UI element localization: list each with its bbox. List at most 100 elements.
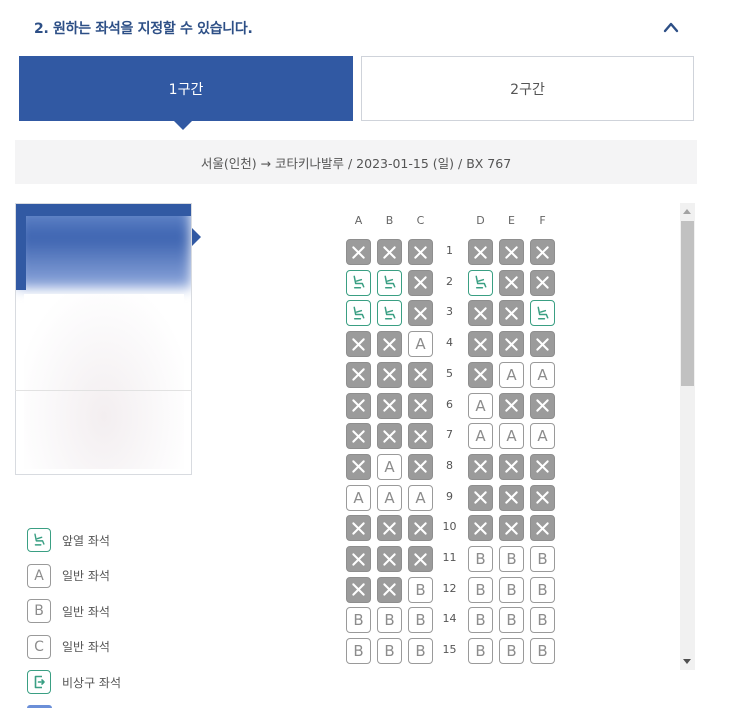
front-row-seat-icon	[537, 306, 549, 320]
seat-14d[interactable]: B	[468, 607, 493, 634]
seat-12d[interactable]: B	[468, 576, 493, 603]
tab-segment-1[interactable]: 1구간	[19, 56, 353, 130]
seat-8a	[346, 453, 371, 480]
occupied-x-icon	[505, 460, 518, 474]
seat-14a[interactable]: B	[346, 607, 371, 634]
seat-7f[interactable]: A	[530, 423, 555, 450]
seat-8f	[530, 453, 555, 480]
seat-14b[interactable]: B	[377, 607, 402, 634]
seat-row: B B B B 12	[330, 576, 570, 603]
seat-4a	[346, 331, 371, 358]
seat-14f[interactable]: B	[530, 607, 555, 634]
seat-2a[interactable]	[346, 269, 371, 296]
row-number: 15	[442, 643, 457, 657]
seat-12f[interactable]: B	[530, 576, 555, 603]
tab-segment-2[interactable]: 2구간	[361, 56, 694, 121]
front-row-seat-icon	[384, 275, 396, 289]
seat-15c[interactable]: B	[408, 638, 433, 665]
row-number: 8	[446, 458, 453, 472]
occupied-x-icon	[505, 522, 518, 535]
seat-5d	[468, 361, 493, 388]
seat-7e[interactable]: A	[499, 423, 524, 450]
column-header-f: F	[539, 214, 546, 227]
seat-row: A8	[330, 453, 570, 480]
seat-9c[interactable]: A	[408, 484, 433, 511]
scroll-thumb[interactable]	[681, 221, 694, 386]
aircraft-overview-map[interactable]	[15, 203, 192, 475]
seat-4c[interactable]: A	[408, 331, 433, 358]
occupied-x-icon	[474, 522, 487, 535]
emergency-exit-icon	[34, 675, 45, 689]
occupied-x-icon	[536, 491, 549, 504]
front-row-seat-icon	[384, 306, 396, 320]
seat-6b	[377, 392, 402, 419]
seat-9b[interactable]: A	[377, 484, 402, 511]
occupied-x-icon	[414, 276, 427, 289]
occupied-x-icon	[414, 368, 427, 381]
seat-8b[interactable]: A	[377, 453, 402, 480]
front-row-seat-icon	[34, 533, 45, 546]
occupied-x-icon	[352, 583, 365, 596]
collapse-button[interactable]	[660, 16, 682, 38]
legend-seat-b-icon: B	[27, 599, 51, 623]
seat-3f[interactable]	[530, 300, 555, 327]
seat-10a	[346, 515, 371, 542]
seat-6a	[346, 392, 371, 419]
occupied-x-icon	[505, 337, 518, 351]
seat-14e[interactable]: B	[499, 607, 524, 634]
seat-1f	[530, 239, 555, 265]
seat-selection-header: 2. 원하는 좌석을 지정할 수 있습니다.	[0, 0, 743, 55]
legend-label: 비상구 좌석	[62, 675, 122, 690]
seat-2c	[408, 269, 433, 296]
row-number: 3	[446, 305, 453, 319]
seat-3e	[499, 300, 524, 327]
route-text: 서울(인천) → 코타키나발루 / 2023-01-15 (일) / BX 76…	[200, 155, 512, 171]
seat-12c[interactable]: B	[408, 576, 433, 603]
seat-2b[interactable]	[377, 269, 402, 296]
seat-15b[interactable]: B	[377, 638, 402, 665]
occupied-x-icon	[414, 552, 427, 566]
seat-2d[interactable]	[468, 269, 493, 296]
occupied-x-icon	[474, 245, 487, 259]
seat-6d[interactable]: A	[468, 392, 493, 419]
seat-15e[interactable]: B	[499, 638, 524, 665]
occupied-x-icon	[414, 245, 427, 259]
occupied-x-icon	[474, 337, 487, 351]
seat-10d	[468, 515, 493, 542]
legend-seat-c-icon: C	[27, 634, 51, 659]
seat-12b	[377, 576, 402, 603]
row-number: 7	[446, 428, 453, 442]
seat-5e[interactable]: A	[499, 361, 524, 388]
seat-14c[interactable]: B	[408, 607, 433, 634]
seat-11a	[346, 546, 371, 572]
seat-7d[interactable]: A	[468, 423, 493, 450]
seat-15a[interactable]: B	[346, 638, 371, 665]
scroll-up-icon[interactable]	[683, 209, 691, 214]
seat-15f[interactable]: B	[530, 638, 555, 665]
seat-map-scrollbar[interactable]	[680, 203, 695, 670]
front-row-seat-icon	[353, 306, 365, 320]
row-number: 11	[442, 551, 457, 564]
row-number: 1	[446, 244, 453, 257]
occupied-x-icon	[474, 460, 487, 474]
map-cabin-highlight	[16, 204, 191, 288]
row-number: 14	[442, 612, 457, 626]
seat-3b[interactable]	[377, 300, 402, 327]
occupied-x-icon	[352, 245, 365, 259]
seat-11d[interactable]: B	[468, 546, 493, 572]
map-view-frame-left	[16, 204, 26, 290]
seat-11e[interactable]: B	[499, 546, 524, 572]
seat-15d[interactable]: B	[468, 638, 493, 665]
row-number: 10	[442, 520, 457, 534]
seat-map: ABCDEF 1 2 3 A 4 A A 5 A 6 A A A 7 A 8 A A A 9 10 B B B 11 B B B B 12…	[330, 203, 675, 671]
occupied-x-icon	[414, 522, 427, 535]
seat-11f[interactable]: B	[530, 546, 555, 572]
seat-6e	[499, 392, 524, 419]
seat-5f[interactable]: A	[530, 361, 555, 388]
legend-item: 앞열 좌석	[27, 527, 227, 553]
scroll-down-icon[interactable]	[683, 659, 691, 664]
seat-3a[interactable]	[346, 300, 371, 327]
seat-2f	[530, 269, 555, 296]
seat-9a[interactable]: A	[346, 484, 371, 511]
seat-12e[interactable]: B	[499, 576, 524, 603]
